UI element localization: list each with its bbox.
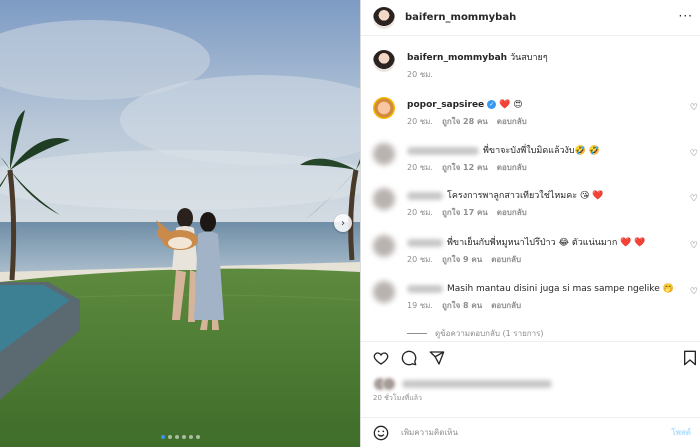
heart-icon[interactable]: ♡ xyxy=(690,103,698,113)
comment-time: 20 ชม. xyxy=(407,163,433,172)
comment-likes[interactable]: ถูกใจ 17 คน xyxy=(442,206,488,219)
author-username[interactable]: baifern_mommybah xyxy=(405,12,516,23)
view-replies-label: ดูข้อความตอบกลับ (1 รายการ) xyxy=(435,329,544,338)
comment-meta: 20 ชม. ถูกใจ 9 คน ตอบกลับ xyxy=(407,253,521,266)
comment-likes[interactable]: ถูกใจ 28 คน xyxy=(442,115,488,128)
comment-time: 20 ชม. xyxy=(407,255,433,264)
carousel-dot xyxy=(174,435,179,439)
commenter-username[interactable] xyxy=(407,191,443,200)
comment-time: 19 ชม. xyxy=(407,301,433,310)
carousel-indicator xyxy=(0,435,360,439)
comment-meta: 20 ชม. ถูกใจ 17 คน ตอบกลับ xyxy=(407,206,527,219)
carousel-dot xyxy=(160,435,165,439)
more-icon[interactable]: ··· xyxy=(679,10,693,22)
comment-likes[interactable]: ถูกใจ 12 คน xyxy=(442,161,488,174)
reply-button[interactable]: ตอบกลับ xyxy=(491,299,521,312)
reply-line-divider xyxy=(407,333,427,334)
comment-likes[interactable]: ถูกใจ 9 คน xyxy=(442,253,482,266)
caption-username[interactable]: baifern_mommybah xyxy=(407,53,507,63)
caption-meta: 20 ชม. xyxy=(407,68,433,81)
commenter-username[interactable]: popor_sapsiree xyxy=(407,100,484,110)
bookmark-icon[interactable] xyxy=(683,350,697,366)
add-comment-bar: โพสต์ xyxy=(361,417,700,447)
commenter-avatar[interactable] xyxy=(373,188,395,210)
comment-body: Masih mantau disini juga si mas sampe ng… xyxy=(447,284,674,294)
reply-button[interactable]: ตอบกลับ xyxy=(497,115,527,128)
post-side-panel: baifern_mommybah ··· baifern_mommybah วัน… xyxy=(360,0,700,447)
comment-input[interactable] xyxy=(401,428,651,437)
heart-icon[interactable]: ♡ xyxy=(690,287,698,297)
action-bar xyxy=(361,341,700,375)
liked-by-text[interactable] xyxy=(402,380,552,388)
commenter-username[interactable] xyxy=(407,284,443,293)
comment-body: พี่ขาจะบังพี่ใบมิดแล้วงับ🤣 🤣 xyxy=(483,146,600,156)
view-replies-button[interactable]: ดูข้อความตอบกลับ (1 รายการ) xyxy=(407,327,544,340)
carousel-dot xyxy=(195,435,200,439)
commenter-avatar[interactable] xyxy=(373,235,395,257)
comment-time: 20 ชม. xyxy=(407,208,433,217)
comment-icon[interactable] xyxy=(401,350,417,366)
post-time: 20 ชั่วโมงที่แล้ว xyxy=(373,394,422,402)
liker-avatar[interactable] xyxy=(382,377,396,391)
heart-icon[interactable]: ♡ xyxy=(690,194,698,204)
emoji-icon[interactable] xyxy=(373,425,389,441)
next-photo-button[interactable]: › xyxy=(334,214,352,232)
post-photo[interactable]: › xyxy=(0,0,360,447)
post-header: baifern_mommybah ··· xyxy=(361,0,700,36)
comment-body: โครงการพาลูกสาวเทียวใช่ไหมคะ 😘 ❤️ xyxy=(447,191,604,201)
beach-photo xyxy=(0,0,360,447)
carousel-dot xyxy=(181,435,186,439)
share-icon[interactable] xyxy=(429,350,445,366)
commenter-avatar[interactable] xyxy=(373,97,395,119)
liked-by[interactable] xyxy=(373,376,556,392)
comment-text: พี่ขาเย็นกับพี่หมูหนาไปรึป่าว 😂 ตัวแน่นม… xyxy=(407,237,645,250)
comment-likes[interactable]: ถูกใจ 8 คน xyxy=(442,299,482,312)
author-avatar[interactable] xyxy=(373,50,395,72)
comment-text: popor_sapsiree ✓ ❤️ 😍 xyxy=(407,99,523,112)
comments-list[interactable]: baifern_mommybah วันสบายๆ 20 ชม. popor_sa… xyxy=(361,36,700,341)
author-avatar[interactable] xyxy=(373,6,395,29)
instagram-post: › baifern_mommybah ··· baifern_mommybah ว… xyxy=(0,0,700,447)
comment-meta: 19 ชม. ถูกใจ 8 คน ตอบกลับ xyxy=(407,299,521,312)
commenter-username[interactable] xyxy=(407,238,443,247)
commenter-username[interactable] xyxy=(407,146,479,155)
comment-text: พี่ขาจะบังพี่ใบมิดแล้วงับ🤣 🤣 xyxy=(407,145,600,158)
comment-meta: 20 ชม. ถูกใจ 12 คน ตอบกลับ xyxy=(407,161,527,174)
comment-text: Masih mantau disini juga si mas sampe ng… xyxy=(407,283,674,296)
comment-time: 20 ชม. xyxy=(407,117,433,126)
carousel-dot xyxy=(188,435,193,439)
heart-icon[interactable]: ♡ xyxy=(690,241,698,251)
commenter-avatar[interactable] xyxy=(373,143,395,165)
comment-meta: 20 ชม. ถูกใจ 28 คน ตอบกลับ xyxy=(407,115,527,128)
heart-icon[interactable]: ♡ xyxy=(690,149,698,159)
reply-button[interactable]: ตอบกลับ xyxy=(497,206,527,219)
chevron-right-icon: › xyxy=(341,217,345,229)
carousel-dot xyxy=(167,435,172,439)
comment-text: โครงการพาลูกสาวเทียวใช่ไหมคะ 😘 ❤️ xyxy=(407,190,603,203)
caption-body: วันสบายๆ xyxy=(510,53,548,63)
commenter-avatar[interactable] xyxy=(373,281,395,303)
caption-text: baifern_mommybah วันสบายๆ xyxy=(407,52,548,65)
reply-button[interactable]: ตอบกลับ xyxy=(491,253,521,266)
caption-time: 20 ชม. xyxy=(407,70,433,79)
comment-body: ❤️ 😍 xyxy=(499,100,523,110)
reply-button[interactable]: ตอบกลับ xyxy=(497,161,527,174)
post-comment-button[interactable]: โพสต์ xyxy=(671,426,691,439)
comment-body: พี่ขาเย็นกับพี่หมูหนาไปรึป่าว 😂 ตัวแน่นม… xyxy=(447,238,646,248)
heart-icon[interactable] xyxy=(373,350,389,366)
verified-badge-icon: ✓ xyxy=(487,100,497,109)
